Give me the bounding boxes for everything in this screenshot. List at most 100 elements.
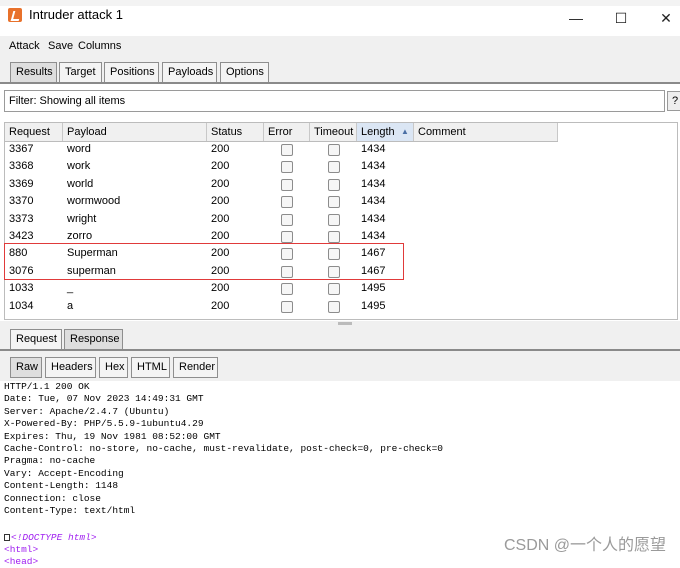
cell-status: 200 bbox=[211, 177, 230, 190]
timeout-checkbox bbox=[328, 231, 340, 243]
cell-status: 200 bbox=[211, 160, 230, 173]
filter-help-button[interactable]: ? bbox=[667, 91, 680, 111]
head-tag-line: <head> bbox=[4, 556, 39, 567]
cell-status: 200 bbox=[211, 212, 230, 225]
table-row[interactable]: 3369 world 200 1434 bbox=[5, 176, 558, 193]
response-headers-text: HTTP/1.1 200 OK Date: Tue, 07 Nov 2023 1… bbox=[4, 381, 443, 517]
table-row[interactable]: 3368 work 200 1434 bbox=[5, 158, 558, 175]
response-header-line: Content-Length: 1148 bbox=[4, 480, 119, 492]
tab-render[interactable]: Render bbox=[173, 357, 218, 378]
table-row[interactable]: 3370 wormwood 200 1434 bbox=[5, 193, 558, 210]
error-checkbox bbox=[281, 196, 293, 209]
cell-request: 1034 bbox=[9, 299, 34, 312]
tab-results[interactable]: Results bbox=[10, 62, 57, 82]
tab-positions[interactable]: Positions bbox=[104, 62, 159, 82]
timeout-checkbox bbox=[328, 300, 340, 313]
tab-headers[interactable]: Headers bbox=[45, 357, 96, 378]
menu-attack[interactable]: Attack bbox=[9, 40, 40, 52]
error-checkbox bbox=[281, 178, 293, 191]
tab-request[interactable]: Request bbox=[10, 329, 62, 349]
error-checkbox bbox=[281, 144, 293, 156]
cell-payload: world bbox=[67, 177, 94, 190]
table-row[interactable]: 3367 word 200 1434 bbox=[5, 141, 558, 158]
html-tag-line: <html> bbox=[4, 544, 39, 555]
cell-length: 1434 bbox=[361, 195, 386, 208]
col-header-timeout[interactable]: Timeout bbox=[310, 123, 357, 141]
cell-payload: _ bbox=[67, 282, 74, 295]
close-button[interactable]: ✕ bbox=[646, 6, 680, 30]
cell-status: 200 bbox=[211, 195, 230, 208]
response-header-line: X-Powered-By: PHP/5.5.9-1ubuntu4.29 bbox=[4, 418, 204, 430]
response-header-line: Content-Type: text/html bbox=[4, 505, 136, 517]
response-html-text: <!DOCTYPE html> <html> <head> bbox=[4, 532, 97, 568]
cell-request: 3367 bbox=[9, 143, 34, 155]
tab-options[interactable]: Options bbox=[220, 62, 269, 82]
timeout-checkbox bbox=[328, 213, 340, 226]
response-header-line: Date: Tue, 07 Nov 2023 14:49:31 GMT bbox=[4, 393, 204, 405]
menu-save[interactable]: Save bbox=[48, 40, 73, 52]
burp-app-icon bbox=[8, 8, 22, 22]
response-header-line: Vary: Accept-Encoding bbox=[4, 467, 124, 479]
menu-columns[interactable]: Columns bbox=[78, 40, 121, 52]
error-checkbox bbox=[281, 283, 293, 296]
tab-html[interactable]: HTML bbox=[131, 357, 170, 378]
table-row[interactable]: 1034 a 200 1495 bbox=[5, 298, 558, 315]
tab-hex[interactable]: Hex bbox=[99, 357, 128, 378]
tab-response[interactable]: Response bbox=[64, 329, 123, 349]
bom-glyph-icon bbox=[4, 534, 10, 541]
maximize-button[interactable]: ☐ bbox=[601, 6, 641, 30]
response-header-line: HTTP/1.1 200 OK bbox=[4, 381, 90, 392]
cell-payload: work bbox=[67, 160, 91, 173]
cell-payload: word bbox=[67, 143, 91, 155]
table-row[interactable]: 3373 wright 200 1434 bbox=[5, 211, 558, 228]
main-tab-strip bbox=[0, 56, 680, 84]
col-header-length-label: Length bbox=[361, 126, 395, 138]
cell-length: 1495 bbox=[361, 299, 386, 312]
highlight-annotation-box bbox=[4, 243, 404, 280]
cell-request: 3370 bbox=[9, 195, 34, 208]
cell-length: 1434 bbox=[361, 160, 386, 173]
tab-target[interactable]: Target bbox=[59, 62, 102, 82]
cell-request: 3368 bbox=[9, 160, 34, 173]
tab-payloads[interactable]: Payloads bbox=[162, 62, 217, 82]
timeout-checkbox bbox=[328, 178, 340, 191]
doctype-line: <!DOCTYPE html> bbox=[11, 532, 97, 543]
table-header: Request Payload Status Error Timeout Len… bbox=[5, 123, 558, 142]
cell-length: 1434 bbox=[361, 143, 386, 155]
response-header-line: Connection: close bbox=[4, 492, 101, 504]
cell-request: 3373 bbox=[9, 212, 34, 225]
cell-status: 200 bbox=[211, 143, 230, 155]
error-checkbox bbox=[281, 161, 293, 174]
filter-bar[interactable]: Filter: Showing all items bbox=[4, 90, 665, 112]
watermark: CSDN @一个人的愿望 bbox=[503, 537, 666, 554]
response-header-line: Server: Apache/2.4.7 (Ubuntu) bbox=[4, 405, 170, 417]
response-header-line: Pragma: no-cache bbox=[4, 455, 96, 467]
timeout-checkbox bbox=[328, 144, 340, 156]
col-header-comment[interactable]: Comment bbox=[414, 123, 558, 141]
tab-raw[interactable]: Raw bbox=[10, 357, 42, 378]
timeout-checkbox bbox=[328, 196, 340, 209]
col-header-length[interactable]: Length ▲ bbox=[357, 123, 414, 141]
timeout-checkbox bbox=[328, 283, 340, 296]
cell-payload: wormwood bbox=[67, 195, 121, 208]
timeout-checkbox bbox=[328, 161, 340, 174]
col-header-request[interactable]: Request bbox=[5, 123, 63, 141]
col-header-status[interactable]: Status bbox=[207, 123, 264, 141]
error-checkbox bbox=[281, 300, 293, 313]
sort-ascending-icon: ▲ bbox=[401, 127, 409, 136]
table-row[interactable]: 1033 _ 200 1495 bbox=[5, 280, 558, 297]
splitter-grip-icon bbox=[338, 322, 352, 325]
col-header-error[interactable]: Error bbox=[264, 123, 310, 141]
cell-status: 200 bbox=[211, 282, 230, 295]
cell-payload: a bbox=[67, 299, 74, 312]
col-header-payload[interactable]: Payload bbox=[63, 123, 207, 141]
minimize-button[interactable]: — bbox=[556, 6, 596, 30]
results-table: Request Payload Status Error Timeout Len… bbox=[4, 122, 678, 320]
cell-length: 1434 bbox=[361, 212, 386, 225]
response-header-line: Expires: Thu, 19 Nov 1981 08:52:00 GMT bbox=[4, 430, 221, 442]
error-checkbox bbox=[281, 231, 293, 243]
cell-length: 1495 bbox=[361, 282, 386, 295]
cell-request: 3369 bbox=[9, 177, 34, 190]
cell-payload: wright bbox=[67, 212, 97, 225]
window-title: Intruder attack 1 bbox=[29, 7, 123, 22]
